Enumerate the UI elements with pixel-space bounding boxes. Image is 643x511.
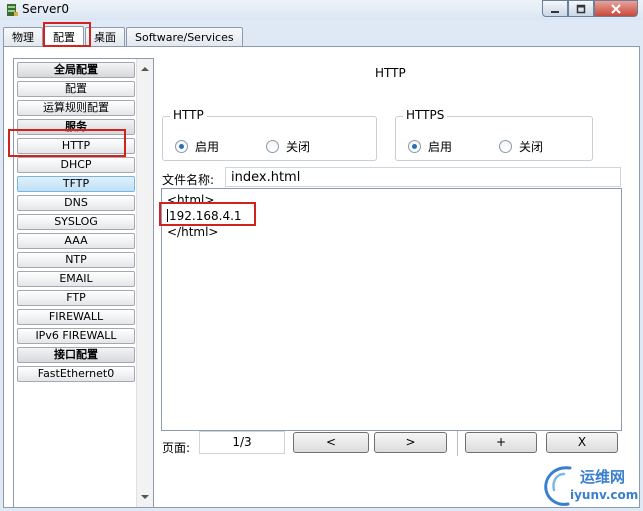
- close-icon: [611, 3, 621, 14]
- sidebar-item-algorithm[interactable]: 运算规则配置: [17, 100, 135, 116]
- button-separator: [457, 431, 458, 456]
- sidebar-item-ftp[interactable]: FTP: [17, 290, 135, 306]
- maximize-icon: [576, 4, 586, 13]
- tab-config[interactable]: 配置: [44, 26, 84, 47]
- html-editor[interactable]: <html> 192.168.4.1 </html>: [161, 188, 622, 431]
- next-page-button[interactable]: >: [374, 432, 447, 453]
- https-group: HTTPS 启用 关闭: [395, 108, 593, 161]
- https-on-radio[interactable]: 启用: [408, 138, 452, 155]
- minimize-button[interactable]: [542, 0, 568, 17]
- remove-page-button[interactable]: X: [546, 432, 618, 453]
- panel-title: HTTP: [375, 66, 406, 80]
- close-button[interactable]: [594, 0, 638, 17]
- sidebar: 全局配置 配置 运算规则配置 服务 HTTP DHCP TFTP DNS SYS…: [13, 58, 154, 508]
- sidebar-item-http[interactable]: HTTP: [17, 138, 135, 154]
- add-page-button[interactable]: +: [465, 432, 537, 453]
- file-name-label: 文件名称:: [162, 173, 215, 187]
- text-caret: [167, 209, 168, 222]
- page-label: 页面:: [162, 441, 191, 455]
- sidebar-item-ntp[interactable]: NTP: [17, 252, 135, 268]
- window-title: Server0: [22, 2, 69, 16]
- watermark-cn: 运维网: [580, 468, 626, 486]
- tab-software-services[interactable]: Software/Services: [126, 27, 243, 46]
- sidebar-item-dns[interactable]: DNS: [17, 195, 135, 211]
- sidebar-header-services: 服务: [17, 119, 135, 135]
- scroll-up-button[interactable]: [137, 61, 153, 77]
- minimize-icon: [551, 10, 559, 13]
- arrow-down-icon: [141, 495, 149, 499]
- window-controls: [542, 0, 638, 18]
- sidebar-item-dhcp[interactable]: DHCP: [17, 157, 135, 173]
- sidebar-list: 全局配置 配置 运算规则配置 服务 HTTP DHCP TFTP DNS SYS…: [17, 62, 135, 385]
- maximize-button[interactable]: [568, 0, 594, 17]
- code-line: </html>: [167, 225, 219, 239]
- http-off-label: 关闭: [286, 140, 311, 154]
- config-content: 全局配置 配置 运算规则配置 服务 HTTP DHCP TFTP DNS SYS…: [3, 46, 640, 508]
- http-off-radio[interactable]: 关闭: [266, 138, 310, 155]
- http-group-label: HTTP: [170, 108, 207, 122]
- server-app-icon: [7, 4, 18, 16]
- http-group: HTTP 启用 关闭: [162, 108, 377, 161]
- scroll-down-button[interactable]: [137, 489, 153, 505]
- sidebar-item-firewall[interactable]: FIREWALL: [17, 309, 135, 325]
- arrow-up-icon: [141, 67, 149, 71]
- code-line-ip-text: 192.168.4.1: [169, 209, 242, 223]
- http-on-radio[interactable]: 启用: [175, 138, 219, 155]
- sidebar-item-settings[interactable]: 配置: [17, 81, 135, 97]
- sidebar-header-global: 全局配置: [17, 62, 135, 78]
- radio-checked-icon: [175, 140, 188, 153]
- server-window: Server0 物理 配置 桌面 Software/Services 全局配置 …: [0, 0, 643, 511]
- sidebar-item-ipv6-firewall[interactable]: IPv6 FIREWALL: [17, 328, 135, 344]
- sidebar-item-aaa[interactable]: AAA: [17, 233, 135, 249]
- sidebar-item-syslog[interactable]: SYSLOG: [17, 214, 135, 230]
- sidebar-item-fastethernet0[interactable]: FastEthernet0: [17, 366, 135, 382]
- tab-desktop[interactable]: 桌面: [85, 27, 125, 46]
- tab-bar: 物理 配置 桌面 Software/Services: [3, 26, 244, 47]
- sidebar-scrollbar[interactable]: [136, 59, 153, 507]
- title-bar[interactable]: Server0: [0, 0, 643, 20]
- code-line: <html>: [167, 193, 215, 207]
- watermark: 运维网 iyunv.com: [540, 460, 640, 508]
- radio-unchecked-icon: [266, 140, 279, 153]
- sidebar-item-tftp[interactable]: TFTP: [17, 176, 135, 192]
- sidebar-item-email[interactable]: EMAIL: [17, 271, 135, 287]
- radio-unchecked-icon: [499, 140, 512, 153]
- sidebar-header-interfaces: 接口配置: [17, 347, 135, 363]
- prev-page-button[interactable]: <: [293, 432, 369, 453]
- code-line-ip: 192.168.4.1: [167, 208, 616, 224]
- https-off-label: 关闭: [519, 140, 544, 154]
- file-name-input[interactable]: [225, 167, 621, 187]
- radio-checked-icon: [408, 140, 421, 153]
- tab-physical[interactable]: 物理: [3, 27, 43, 46]
- watermark-en: iyunv.com: [570, 488, 639, 502]
- http-on-label: 启用: [195, 140, 220, 154]
- page-indicator: 1/3: [199, 431, 285, 454]
- https-on-label: 启用: [428, 140, 453, 154]
- https-group-label: HTTPS: [403, 108, 448, 122]
- https-off-radio[interactable]: 关闭: [499, 138, 543, 155]
